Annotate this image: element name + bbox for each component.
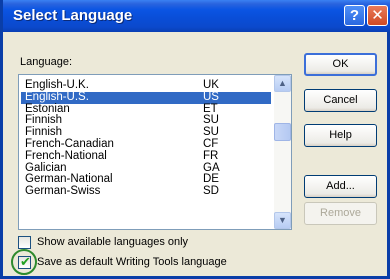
language-code: FR — [203, 149, 219, 162]
cancel-button[interactable]: Cancel — [304, 89, 377, 112]
show-available-checkbox[interactable] — [18, 236, 31, 249]
language-code: SD — [203, 185, 219, 198]
language-row[interactable]: French-Canadian CF — [21, 137, 271, 151]
language-name: French-National — [25, 149, 107, 162]
language-list[interactable]: English-U.K. UK English-U.S. US Estonian ET Fi… — [18, 74, 292, 230]
checkmark-icon: ✔ — [20, 254, 31, 269]
language-name: English-U.S. — [25, 90, 89, 103]
language-name: French-Canadian — [25, 137, 114, 150]
save-default-label: Save as default Writing Tools language — [37, 256, 227, 268]
add-button[interactable]: Add... — [304, 175, 377, 198]
close-icon[interactable]: ✕ — [367, 5, 388, 26]
language-row[interactable]: German-Swiss SD — [21, 185, 271, 198]
remove-button[interactable]: Remove — [304, 202, 377, 225]
scroll-up-icon[interactable]: ▲ — [274, 75, 291, 92]
title-bar[interactable]: Select Language ? ✕ — [3, 0, 390, 32]
language-label: Language: — [20, 56, 72, 68]
language-name: German-Swiss — [25, 185, 101, 198]
save-default-checkbox[interactable]: ✔ — [18, 254, 31, 269]
language-rows: English-U.K. UK English-U.S. US Estonian ET Fi… — [21, 79, 271, 198]
language-row[interactable]: English-U.S. US — [21, 90, 271, 104]
language-code: CF — [203, 137, 219, 150]
help-button[interactable]: Help — [304, 124, 377, 147]
select-language-dialog: Select Language ? ✕ Language: English-U.… — [0, 0, 390, 279]
language-list-scrollbar[interactable]: ▲ ▼ — [274, 75, 291, 229]
show-available-label: Show available languages only — [37, 236, 189, 248]
scroll-thumb[interactable] — [274, 123, 291, 141]
scroll-down-icon[interactable]: ▼ — [274, 212, 291, 229]
ok-button[interactable]: OK — [304, 53, 377, 76]
language-row[interactable]: French-National FR — [21, 149, 271, 163]
window-title: Select Language — [13, 7, 133, 24]
language-code: US — [203, 90, 219, 103]
help-icon[interactable]: ? — [344, 5, 365, 26]
